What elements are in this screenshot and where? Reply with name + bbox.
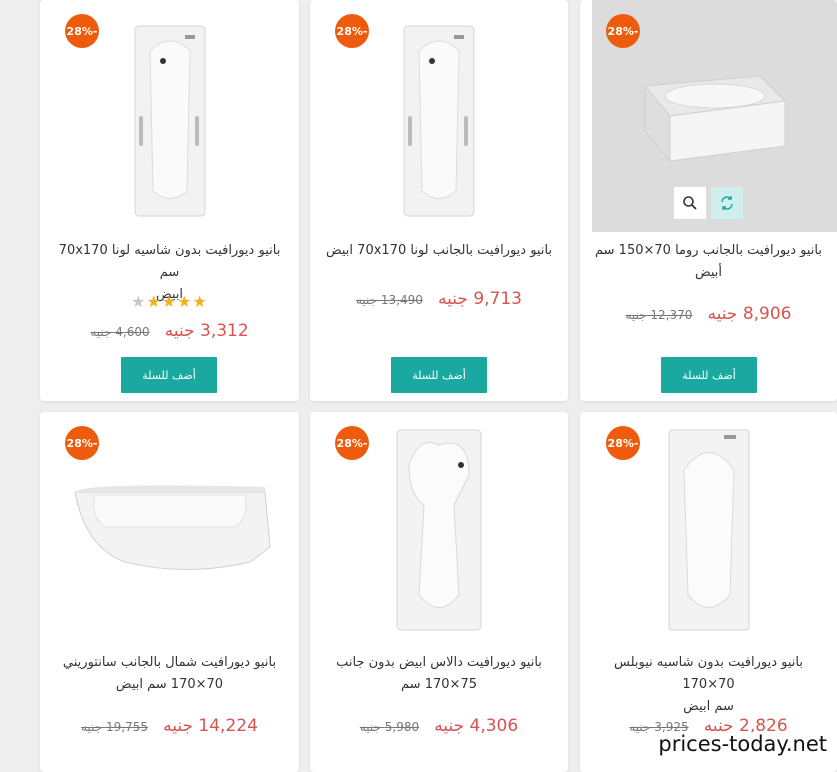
star-icon: ★ — [161, 292, 178, 311]
product-title[interactable]: بانيو ديورافيت بالجانب لونا 70x170 ابيض — [324, 240, 554, 262]
star-icon: ★ — [146, 292, 162, 311]
price-row: 14,224 جنيه 19,755 جنيه — [40, 716, 299, 736]
product-image[interactable] — [48, 432, 291, 632]
discount-badge: 28%- — [335, 426, 369, 460]
compare-button[interactable] — [711, 187, 743, 219]
price-row: 4,306 جنيه 5,980 جنيه — [310, 716, 568, 736]
add-to-cart-button[interactable]: أضف للسلة — [661, 357, 757, 393]
old-price: 5,980 جنيه — [359, 720, 420, 734]
search-icon — [683, 196, 697, 210]
star-icon: ★ — [177, 292, 193, 311]
old-price: 19,755 جنيه — [81, 720, 149, 734]
discount-badge: 28%- — [606, 426, 640, 460]
add-to-cart-button[interactable]: أضف للسلة — [121, 357, 217, 393]
product-card[interactable]: 28%- بانيو ديورافيت بدون شاسيه لونا 70x1… — [40, 0, 299, 401]
product-card[interactable]: 28%- بانيو ديورافيت بالجانب روما 70×150 … — [580, 0, 837, 401]
current-price: 14,224 جنيه — [163, 716, 258, 736]
rating-stars: ★★★★★ — [40, 292, 299, 311]
product-title[interactable]: بانيو ديورافيت شمال بالجانب سانتوريني 70… — [54, 652, 285, 696]
discount-badge: 28%- — [335, 14, 369, 48]
old-price: 4,600 جنيه — [90, 325, 150, 339]
refresh-icon — [721, 196, 733, 210]
discount-badge: 28%- — [606, 14, 640, 48]
old-price: 12,370 جنيه — [625, 308, 693, 322]
current-price: 9,713 جنيه — [438, 289, 522, 309]
discount-badge: 28%- — [65, 426, 99, 460]
star-icon: ★ — [131, 292, 147, 311]
current-price: 4,306 جنيه — [434, 716, 519, 736]
price-row: 8,906 جنيه 12,370 جنيه — [580, 304, 837, 324]
discount-badge: 28%- — [65, 14, 99, 48]
star-icon: ★ — [192, 292, 208, 311]
current-price: 3,312 جنيه — [164, 321, 249, 341]
product-title[interactable]: بانيو ديورافيت بدون شاسيه نيوبلس 70×170 … — [594, 652, 823, 718]
product-card[interactable]: 28%- بانيو ديورافيت دالاس ابيض بدون جانب… — [310, 412, 568, 772]
price-row: 3,312 جنيه 4,600 جنيه — [40, 321, 299, 341]
add-to-cart-button[interactable]: أضف للسلة — [391, 357, 487, 393]
price-row: 9,713 جنيه 13,490 جنيه — [310, 289, 568, 309]
product-card[interactable]: 28%- بانيو ديورافيت بدون شاسيه نيوبلس 70… — [580, 412, 837, 772]
product-title[interactable]: بانيو ديورافيت دالاس ابيض بدون جانب 75×1… — [324, 652, 554, 696]
site-watermark: prices-today.net — [654, 732, 831, 756]
current-price: 8,906 جنيه — [707, 304, 792, 324]
quick-view-button[interactable] — [674, 187, 706, 219]
old-price: 13,490 جنيه — [356, 293, 423, 307]
product-title[interactable]: بانيو ديورافيت بالجانب روما 70×150 سم أب… — [594, 240, 823, 284]
product-card[interactable]: 28%- بانيو ديورافيت شمال بالجانب سانتوري… — [40, 412, 299, 772]
product-card[interactable]: 28%- بانيو ديورافيت بالجانب لونا 70x170 … — [310, 0, 568, 401]
